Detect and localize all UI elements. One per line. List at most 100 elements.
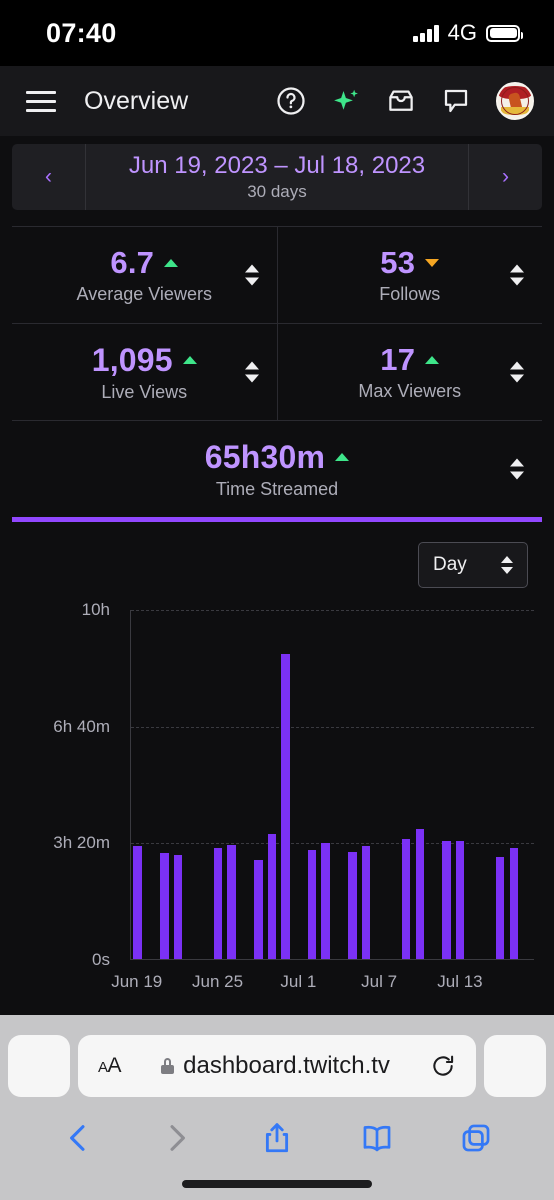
bar[interactable] (348, 851, 357, 960)
bar[interactable] (321, 842, 330, 960)
stat-card-follows[interactable]: 53 Follows (276, 227, 543, 323)
x-axis-labels: Jun 19 Jun 25 Jul 1 Jul 7 Jul 13 (111, 972, 534, 998)
trend-up-icon (164, 259, 179, 267)
chart-section: Day 10h 6h 40m 3h 20m 0s Jun 19 Jun 25 Jul 1J… (12, 522, 542, 1000)
avatar[interactable] (496, 82, 534, 120)
share-button[interactable] (260, 1121, 294, 1155)
trend-up-icon (182, 356, 197, 364)
x-axis-tick: Jun 19 (111, 972, 163, 991)
help-icon[interactable] (276, 86, 306, 116)
stat-card-live-views[interactable]: 1,095 Live Views (12, 324, 277, 420)
sparkle-icon[interactable] (331, 86, 361, 116)
bookmarks-button[interactable] (360, 1121, 394, 1155)
bar-series (131, 610, 534, 960)
bar[interactable] (496, 856, 505, 960)
x-axis-tick: Jul 7 (361, 972, 398, 991)
bar[interactable] (415, 828, 424, 960)
status-indicators: 4G (413, 20, 523, 46)
y-axis-tick: 6h 40m (53, 716, 110, 736)
y-axis-labels: 10h 6h 40m 3h 20m 0s (12, 600, 120, 969)
bar[interactable] (442, 841, 451, 960)
url-text: dashboard.twitch.tv (183, 1052, 390, 1079)
cellular-signal-icon (413, 24, 439, 42)
stat-value: 65h30m (204, 438, 326, 475)
previous-tab-peek[interactable] (8, 1035, 70, 1097)
trend-down-icon (425, 259, 440, 267)
stat-label: Time Streamed (215, 478, 339, 499)
chevron-updown-icon (501, 556, 513, 574)
ios-status-bar: 07:40 4G (0, 0, 554, 66)
bar[interactable] (281, 653, 290, 960)
date-range-text: Jun 19, 2023 – Jul 18, 2023 (128, 152, 426, 179)
tabs-button[interactable] (459, 1121, 493, 1155)
network-type-label: 4G (447, 20, 477, 45)
stat-label: Live Views (101, 381, 188, 402)
next-tab-peek[interactable] (484, 1035, 546, 1097)
inbox-icon[interactable] (386, 86, 416, 116)
bar[interactable] (455, 841, 465, 960)
stat-sort-toggle[interactable] (244, 264, 259, 286)
bar[interactable] (509, 848, 518, 960)
page-title: Overview (84, 86, 189, 115)
stat-value: 1,095 (91, 341, 173, 378)
status-time: 07:40 (46, 17, 117, 48)
battery-icon (486, 24, 523, 42)
stats-row-1: 6.7 Average Viewers 53 Follows (12, 227, 542, 323)
forward-button (170, 1125, 186, 1151)
stat-label: Follows (379, 284, 441, 304)
back-button[interactable] (61, 1121, 95, 1155)
date-range-display[interactable]: Jun 19, 2023 – Jul 18, 2023 30 days (86, 144, 468, 210)
safari-browser-chrome: AA dashboard.twitch.tv (0, 1015, 554, 1200)
next-period-button[interactable]: › (468, 144, 542, 210)
home-indicator (182, 1180, 372, 1188)
webview-content: ‹ Jun 19, 2023 – Jul 18, 2023 30 days › … (0, 136, 554, 1015)
bar[interactable] (160, 853, 169, 960)
x-axis-tick: Jul 1 (280, 972, 317, 991)
bar[interactable] (267, 834, 277, 960)
app-header: Overview (0, 66, 554, 136)
bar[interactable] (133, 846, 142, 960)
stat-sort-toggle[interactable] (510, 264, 524, 286)
address-bar[interactable]: AA dashboard.twitch.tv (78, 1035, 476, 1097)
bar[interactable] (214, 848, 223, 960)
x-axis-tick: Jun 25 (192, 972, 244, 991)
x-axis-tick: Jul 13 (437, 972, 483, 991)
date-range-picker: ‹ Jun 19, 2023 – Jul 18, 2023 30 days › (12, 144, 542, 210)
stats-row-2: 1,095 Live Views 17 Max Viewers (12, 323, 542, 420)
bar[interactable] (254, 860, 263, 960)
prev-period-button[interactable]: ‹ (12, 144, 86, 210)
bar[interactable] (308, 849, 317, 960)
stat-value: 17 (380, 342, 416, 377)
bar[interactable] (402, 839, 411, 960)
lock-icon (161, 1058, 175, 1074)
bar[interactable] (173, 855, 183, 960)
stat-card-max-viewers[interactable]: 17 Max Viewers (276, 324, 543, 420)
stat-card-average-viewers[interactable]: 6.7 Average Viewers (12, 227, 277, 323)
stat-sort-toggle[interactable] (510, 458, 524, 480)
x-axis-line (131, 959, 534, 960)
y-axis-tick: 10h (81, 600, 110, 619)
granularity-value: Day (433, 554, 467, 575)
trend-up-icon (425, 356, 440, 364)
stat-label: Max Viewers (358, 381, 462, 401)
time-streamed-bar-chart: 10h 6h 40m 3h 20m 0s Jun 19 Jun 25 Jul 1 Jul 7… (12, 600, 542, 1000)
y-axis-tick: 0s (92, 950, 110, 969)
chat-icon[interactable] (441, 86, 471, 116)
y-axis-tick: 3h 20m (53, 833, 110, 853)
stats-row-3: 65h30m Time Streamed (12, 420, 542, 517)
phone-screen: 07:40 4G Overview ‹ Jun 19, 2023 – Jul 1… (0, 0, 554, 1200)
safari-toolbar (0, 1107, 554, 1169)
chart-plot-area (130, 610, 534, 960)
stat-sort-toggle[interactable] (510, 361, 524, 383)
stat-card-time-streamed[interactable]: 65h30m Time Streamed (12, 421, 542, 517)
stat-sort-toggle[interactable] (244, 361, 259, 383)
reload-icon[interactable] (430, 1053, 456, 1079)
header-icon-group (276, 82, 534, 120)
granularity-select[interactable]: Day (418, 542, 528, 588)
date-range-duration: 30 days (247, 182, 307, 201)
url-row: AA dashboard.twitch.tv (0, 1015, 554, 1107)
bar[interactable] (361, 846, 371, 960)
text-size-button[interactable]: AA (98, 1054, 122, 1078)
hamburger-menu-icon[interactable] (26, 90, 56, 112)
bar[interactable] (227, 844, 236, 960)
